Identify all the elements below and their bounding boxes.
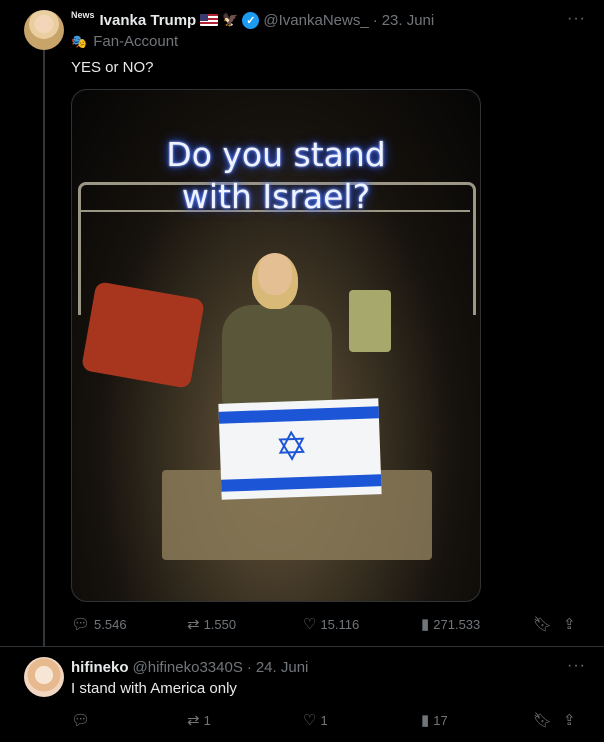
like-button[interactable]: ♡ 1 <box>303 711 421 729</box>
avatar[interactable] <box>24 10 64 50</box>
flag-stripe <box>221 474 382 492</box>
share-icon: ⇪ <box>563 712 576 729</box>
reply-header: hifineko @hifineko3340S · 24. Juni <box>71 657 544 677</box>
views-icon: ▮ <box>421 616 430 633</box>
reply-icon: 💬︎ <box>71 712 91 729</box>
author-name[interactable]: Ivanka Trump <box>100 12 197 29</box>
fan-account-label: 🎭 Fan-Account <box>71 33 178 50</box>
verified-badge-icon[interactable]: ✓ <box>242 11 260 29</box>
soldier-body <box>222 305 332 405</box>
bookmark-icon: 🔖︎ <box>533 616 553 633</box>
israel-flag: ✡ <box>218 398 382 500</box>
reply-timestamp[interactable]: 24. Juni <box>256 659 309 676</box>
heart-icon: ♡ <box>303 616 317 633</box>
bookmark-icon: 🔖︎ <box>533 712 553 729</box>
bookmark-button[interactable]: 🔖︎ <box>533 615 563 633</box>
us-flag-icon <box>200 14 219 26</box>
repost-icon: ⇄ <box>187 616 200 633</box>
reply-avatar[interactable] <box>24 657 64 697</box>
repost-button[interactable]: ⇄ 1 <box>187 711 303 729</box>
separator: · <box>372 11 378 29</box>
bookmark-button[interactable]: 🔖︎ <box>533 711 563 729</box>
like-count: 15.116 <box>320 616 360 632</box>
reply-count: 5.546 <box>94 616 127 632</box>
views-button[interactable]: ▮ 271.533 <box>421 615 533 633</box>
image-text-line-1: Do you stand <box>166 135 386 174</box>
fan-account-text: Fan-Account <box>93 33 179 50</box>
views-count: 17 <box>433 712 448 728</box>
more-icon[interactable]: ··· <box>567 657 586 675</box>
reply-actions: 💬︎ ⇄ 1 ♡ 1 ▮ 17 🔖︎ ⇪ <box>71 711 586 729</box>
share-icon: ⇪ <box>563 616 576 633</box>
reply-icon: 💬︎ <box>71 616 91 633</box>
heart-icon: ♡ <box>303 712 317 729</box>
star-of-david-icon: ✡ <box>274 424 310 470</box>
red-bag <box>81 281 205 389</box>
repost-count: 1.550 <box>203 616 237 632</box>
reply-author-name[interactable]: hifineko <box>71 659 129 676</box>
image-text-line-2: with Israel? <box>181 177 371 216</box>
tweet-text: YES or NO? <box>71 59 154 76</box>
repost-icon: ⇄ <box>187 712 200 729</box>
separator: · <box>246 658 252 676</box>
views-icon: ▮ <box>421 712 430 729</box>
thread-line <box>43 48 45 646</box>
flag-stripe <box>218 406 379 424</box>
reply-author-handle[interactable]: @hifineko3340S <box>133 659 243 676</box>
reply-text: I stand with America only <box>71 680 237 697</box>
repost-count: 1 <box>203 712 211 728</box>
timestamp[interactable]: 23. Juni <box>382 12 435 29</box>
views-button[interactable]: ▮ 17 <box>421 711 533 729</box>
reply-button[interactable]: 💬︎ 5.546 <box>71 615 187 633</box>
share-button[interactable]: ⇪ <box>563 711 576 729</box>
news-tag: News <box>71 10 95 20</box>
image-overlay-text: Do you stand with Israel? <box>72 134 480 218</box>
reply-button[interactable]: 💬︎ <box>71 711 187 729</box>
tweet-actions: 💬︎ 5.546 ⇄ 1.550 ♡ 15.116 ▮ 271.533 🔖︎ ⇪ <box>71 615 586 633</box>
jerry-can <box>349 290 391 352</box>
mask-icon: 🎭 <box>71 33 88 49</box>
tweet-image[interactable]: ✡ Do you stand with Israel? <box>71 89 481 602</box>
like-count: 1 <box>320 712 328 728</box>
soldier-head <box>252 253 298 309</box>
share-button[interactable]: ⇪ <box>563 615 576 633</box>
like-button[interactable]: ♡ 15.116 <box>303 615 421 633</box>
repost-button[interactable]: ⇄ 1.550 <box>187 615 303 633</box>
author-handle[interactable]: @IvankaNews_ <box>263 12 368 29</box>
views-count: 271.533 <box>433 616 481 632</box>
more-icon[interactable]: ··· <box>567 10 586 28</box>
tweet-header: News Ivanka Trump 🦅 ✓ @IvankaNews_ · 23.… <box>71 10 544 30</box>
eagle-icon: 🦅 <box>222 12 239 27</box>
divider <box>0 646 604 647</box>
